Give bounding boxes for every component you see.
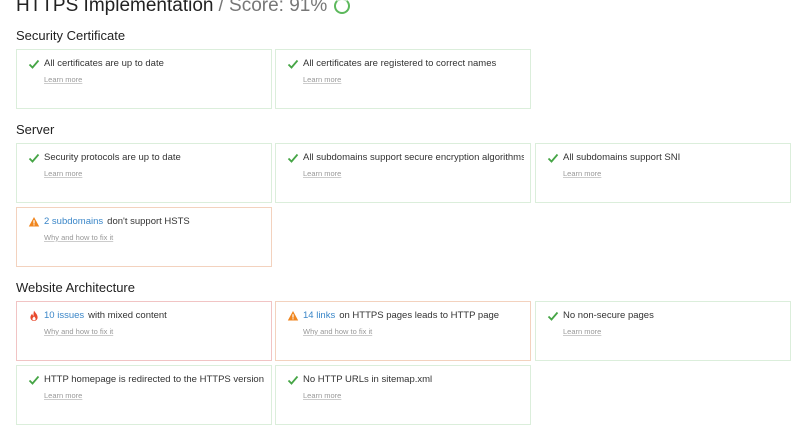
check-card: All certificates are registered to corre… bbox=[275, 49, 531, 109]
card-text: HTTP homepage is redirected to the HTTPS… bbox=[44, 374, 265, 385]
check-card: No non-secure pages Learn more bbox=[535, 301, 791, 361]
how-to-fix-link[interactable]: Why and how to fix it bbox=[44, 233, 113, 242]
check-card: No HTTP URLs in sitemap.xml Learn more bbox=[275, 365, 531, 425]
learn-more-link[interactable]: Learn more bbox=[563, 327, 601, 336]
learn-more-link[interactable]: Learn more bbox=[44, 391, 82, 400]
how-to-fix-link[interactable]: Why and how to fix it bbox=[303, 327, 372, 336]
learn-more-link[interactable]: Learn more bbox=[303, 391, 341, 400]
issues-link[interactable]: 10 issues bbox=[44, 310, 84, 321]
check-icon bbox=[546, 151, 559, 164]
check-icon bbox=[286, 151, 299, 164]
check-card: HTTP homepage is redirected to the HTTPS… bbox=[16, 365, 272, 425]
how-to-fix-link[interactable]: Why and how to fix it bbox=[44, 327, 113, 336]
warning-triangle-icon bbox=[286, 309, 299, 322]
score-label: / Score: 91% bbox=[218, 0, 328, 16]
learn-more-link[interactable]: Learn more bbox=[303, 169, 341, 178]
check-icon bbox=[546, 309, 559, 322]
card-text: on HTTPS pages leads to HTTP page bbox=[339, 310, 500, 321]
card-text: No non-secure pages bbox=[563, 310, 654, 321]
learn-more-link[interactable]: Learn more bbox=[303, 75, 341, 84]
learn-more-link[interactable]: Learn more bbox=[44, 169, 82, 178]
check-icon bbox=[27, 151, 40, 164]
links-link[interactable]: 14 links bbox=[303, 310, 335, 321]
card-text: Security protocols are up to date bbox=[44, 152, 181, 163]
section-title-website-architecture: Website Architecture bbox=[16, 280, 135, 295]
learn-more-link[interactable]: Learn more bbox=[563, 169, 601, 178]
check-icon bbox=[286, 57, 299, 70]
card-text: All subdomains support secure encryption… bbox=[303, 152, 524, 163]
page-title: HTTPS Implementation bbox=[16, 0, 214, 16]
card-text: don't support HSTS bbox=[107, 216, 190, 227]
check-card: All subdomains support secure encryption… bbox=[275, 143, 531, 203]
page-header: HTTPS Implementation / Score: 91% bbox=[16, 0, 351, 18]
error-card: 10 issues with mixed content Why and how… bbox=[16, 301, 272, 361]
score-ring-icon bbox=[334, 0, 351, 14]
check-icon bbox=[27, 57, 40, 70]
warning-triangle-icon bbox=[27, 215, 40, 228]
subdomains-link[interactable]: 2 subdomains bbox=[44, 216, 103, 227]
learn-more-link[interactable]: Learn more bbox=[44, 75, 82, 84]
card-text: No HTTP URLs in sitemap.xml bbox=[303, 374, 433, 385]
warning-card: 2 subdomains don't support HSTS Why and … bbox=[16, 207, 272, 267]
check-icon bbox=[27, 373, 40, 386]
flame-icon bbox=[27, 309, 40, 322]
check-card: Security protocols are up to date Learn … bbox=[16, 143, 272, 203]
check-icon bbox=[286, 373, 299, 386]
card-text: All subdomains support SNI bbox=[563, 152, 681, 163]
card-text: All certificates are registered to corre… bbox=[303, 58, 497, 69]
check-card: All subdomains support SNI Learn more bbox=[535, 143, 791, 203]
card-text: All certificates are up to date bbox=[44, 58, 164, 69]
card-text: with mixed content bbox=[88, 310, 167, 321]
check-card: All certificates are up to date Learn mo… bbox=[16, 49, 272, 109]
section-title-security-certificate: Security Certificate bbox=[16, 28, 126, 43]
section-title-server: Server bbox=[16, 122, 55, 137]
warning-card: 14 links on HTTPS pages leads to HTTP pa… bbox=[275, 301, 531, 361]
